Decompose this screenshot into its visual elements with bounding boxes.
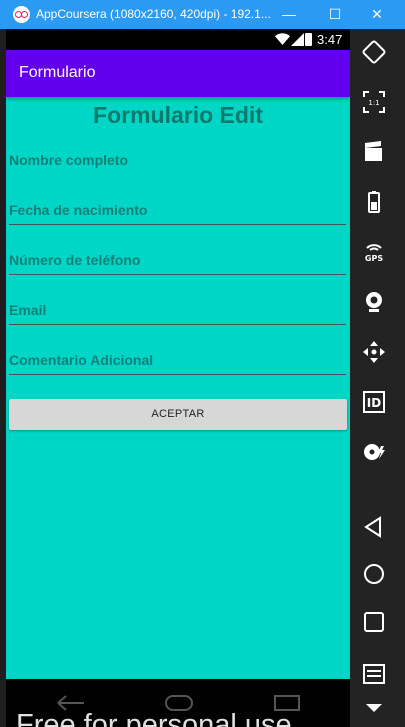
accept-button[interactable]: ACEPTAR [9, 399, 347, 430]
window-titlebar: AppCoursera (1080x2160, 420dpi) - 192.1.… [0, 0, 405, 29]
window-title: AppCoursera (1080x2160, 420dpi) - 192.1.… [36, 7, 271, 21]
email-field[interactable]: Email [9, 297, 346, 325]
email-placeholder: Email [9, 302, 47, 318]
status-bar: 3:47 [6, 29, 350, 50]
dpad-icon[interactable] [362, 340, 386, 364]
phone-screen: 3:47 Formulario Formulario Edit Nombre c… [6, 29, 350, 727]
emulator-toolbar: 1:1 GPS ID [350, 29, 405, 727]
battery-icon[interactable] [362, 190, 386, 214]
close-button[interactable]: ✕ [354, 0, 400, 29]
status-time: 3:47 [317, 32, 343, 47]
menu-icon[interactable] [362, 661, 386, 685]
app-bar: Formulario [6, 50, 350, 97]
app-logo-icon [13, 6, 30, 23]
aspect-ratio-icon[interactable]: 1:1 [362, 90, 386, 114]
birth-date-field[interactable]: Fecha de nacimiento [9, 197, 346, 225]
page-title: Formulario Edit [93, 102, 263, 128]
phone-number-placeholder: Número de teléfono [9, 252, 141, 268]
svg-text:ID: ID [367, 396, 381, 410]
svg-text:GPS: GPS [365, 254, 383, 263]
minimize-button[interactable]: — [266, 0, 312, 29]
svg-text:1:1: 1:1 [368, 99, 379, 107]
phone-number-field[interactable]: Número de teléfono [9, 247, 346, 275]
gps-icon[interactable]: GPS [362, 240, 386, 264]
back-icon[interactable] [362, 515, 386, 539]
webcam-icon[interactable] [362, 290, 386, 314]
app-title: Formulario [19, 64, 96, 81]
full-name-field[interactable]: Nombre completo [9, 147, 346, 175]
maximize-button[interactable]: ☐ [312, 0, 358, 29]
wifi-icon [275, 33, 290, 45]
full-name-placeholder: Nombre completo [9, 152, 129, 168]
identifier-icon[interactable]: ID [362, 390, 386, 414]
recent-apps-icon[interactable] [362, 610, 386, 634]
screen-record-icon[interactable] [362, 140, 386, 164]
media-disk-icon[interactable] [362, 440, 386, 464]
signal-icon [291, 33, 304, 46]
birth-date-placeholder: Fecha de nacimiento [9, 202, 148, 218]
comment-placeholder: Comentario Adicional [9, 352, 154, 368]
comment-field[interactable]: Comentario Adicional [9, 347, 346, 375]
home-icon[interactable] [362, 562, 386, 586]
rotate-icon[interactable] [362, 40, 386, 64]
battery-status-icon [305, 33, 312, 46]
more-down-icon[interactable] [362, 696, 386, 720]
watermark: Free for personal use [16, 709, 292, 727]
